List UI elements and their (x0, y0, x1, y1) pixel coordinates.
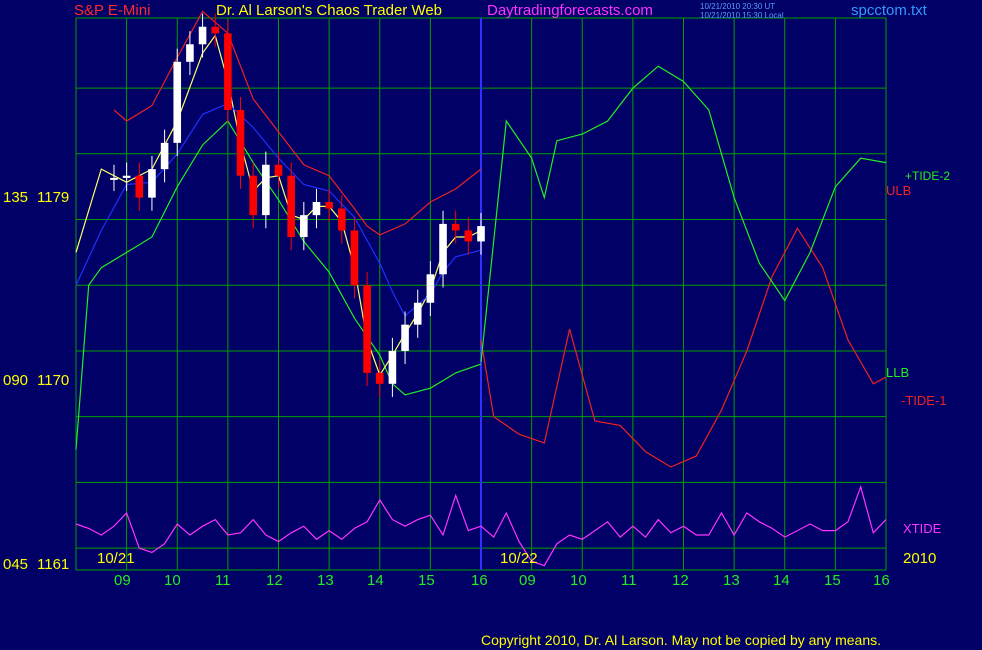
y-code-tick-090: 090 (3, 372, 29, 389)
price-bar (312, 202, 321, 216)
ulb-label: ULB (886, 183, 912, 198)
price-bar (211, 26, 220, 34)
price-bar (363, 285, 371, 373)
price-bar (388, 350, 397, 384)
x-tick-label: 11 (215, 572, 231, 589)
price-bar (122, 175, 131, 178)
x-tick-label: 09 (519, 572, 536, 589)
x-tick-label: 10 (570, 572, 587, 589)
data-file-label: spcctom.txt (851, 2, 927, 19)
price-bar (337, 208, 346, 231)
copyright-notice: Copyright 2010, Dr. Al Larson. May not b… (481, 632, 882, 648)
x-tick-label: 09 (114, 572, 131, 589)
timestamp-ut: 10/21/2010 20:30 UT (700, 2, 776, 11)
site-link[interactable]: Daytradingforecasts.com (487, 3, 653, 18)
price-bar (236, 110, 245, 176)
y-price-tick-1170: 1170 (37, 372, 70, 389)
chart-canvas (0, 0, 982, 650)
x-tick-label: 10 (164, 572, 181, 589)
tide-minus-1-label: -TIDE-1 (901, 393, 947, 408)
x-tick-label: 16 (471, 572, 488, 589)
y-code-tick-135: 135 (3, 189, 29, 206)
price-bar (300, 215, 308, 238)
date-label-day1: 10/21 (97, 550, 135, 567)
price-bar (401, 324, 409, 351)
xtide-label: XTIDE (903, 521, 942, 536)
price-bar (224, 33, 232, 111)
x-tick-label: 11 (621, 572, 637, 589)
x-tick-label: 15 (418, 572, 435, 589)
price-bar (148, 169, 156, 198)
price-bar (262, 164, 270, 216)
price-bar (413, 302, 422, 325)
x-tick-label: 13 (317, 572, 334, 589)
x-tick-label: 14 (773, 572, 790, 589)
x-tick-label: 12 (672, 572, 689, 589)
x-tick-label: 15 (824, 572, 841, 589)
price-bar (198, 26, 207, 45)
y-price-tick-1161: 1161 (37, 556, 70, 573)
y-code-tick-045: 045 (3, 556, 29, 573)
x-tick-label: 12 (266, 572, 283, 589)
year-label: 2010 (903, 550, 937, 567)
chart-title: Dr. Al Larson's Chaos Trader Web (216, 2, 443, 19)
x-tick-label: 13 (723, 572, 740, 589)
price-bar (110, 177, 118, 180)
price-bar (325, 202, 333, 209)
price-bar (160, 142, 169, 170)
price-bar (274, 164, 283, 176)
price-bar (451, 223, 460, 231)
price-bar (287, 175, 295, 238)
tide-plus-2-label: +TIDE-2 (905, 169, 951, 183)
price-bar (350, 230, 359, 286)
price-bar (439, 223, 447, 275)
llb-label: LLB (886, 365, 910, 380)
symbol-label: S&P E-Mini (74, 2, 151, 19)
price-bar (186, 44, 194, 62)
timestamp-local: 10/21/2010 15:30 Local (700, 11, 784, 20)
price-bar (173, 61, 182, 143)
price-bar (249, 175, 257, 216)
x-tick-label: 16 (873, 572, 890, 589)
price-bar (464, 230, 473, 242)
y-price-tick-1179: 1179 (37, 189, 70, 206)
price-bar (375, 372, 384, 384)
x-tick-label: 14 (367, 572, 384, 589)
date-label-day2: 10/22 (500, 550, 538, 567)
price-bar (426, 274, 435, 303)
price-bar (135, 175, 144, 198)
price-bar (477, 226, 485, 242)
